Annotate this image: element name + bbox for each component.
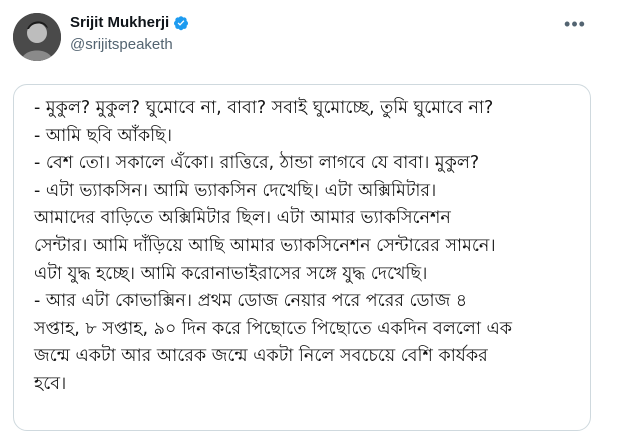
author-avatar[interactable] [13, 13, 61, 61]
author-name[interactable]: Srijit Mukherji [70, 14, 169, 31]
image-text-line: - আর এটা কোভাক্সিন। প্রথম ডোজ নেয়ার পরে… [34, 291, 468, 312]
more-options-button[interactable]: ••• [563, 14, 587, 34]
image-text-line: জন্মে একটা আর আরেক জন্মে একটা নিলে সবচেয… [34, 346, 488, 367]
image-text-line: - আমি ছবি আঁকছি। [34, 125, 173, 146]
author-name-row: Srijit Mukherji [70, 14, 189, 31]
image-text-line: এটা যুদ্ধ হচ্ছে। আমি করোনাভাইরাসের সঙ্গে… [34, 263, 428, 284]
verified-badge-icon [174, 15, 189, 30]
tweet-card: Srijit Mukherji @srijitspeaketh ••• - মু… [0, 0, 626, 435]
image-text-block: - মুকুল? মুকুল? ঘুমোবে না, বাবা? সবাই ঘু… [34, 95, 580, 399]
image-text-line: - মুকুল? মুকুল? ঘুমোবে না, বাবা? সবাই ঘু… [34, 98, 494, 118]
tweet-image[interactable]: - মুকুল? মুকুল? ঘুমোবে না, বাবা? সবাই ঘু… [13, 84, 591, 431]
author-handle[interactable]: @srijitspeaketh [70, 36, 173, 53]
image-text-line: - বেশ তো। সকালে এঁকো। রাত্তিরে, ঠান্ডা ল… [34, 153, 480, 174]
image-text-line: হবে। [34, 373, 67, 394]
image-text-line: আমাদের বাড়িতে অক্সিমিটার ছিল। এটা আমার … [34, 208, 451, 229]
avatar-photo-icon [13, 13, 61, 61]
image-text-line: - এটা ভ্যাকসিন। আমি ভ্যাকসিন দেখেছি। এটা… [34, 180, 437, 201]
image-text-line: সপ্তাহ, ৮ সপ্তাহ, ৯০ দিন করে পিছোতে পিছো… [34, 318, 513, 339]
image-text-line: সেন্টার। আমি দাঁড়িয়ে আছি আমার ভ্যাকসিন… [34, 235, 496, 256]
